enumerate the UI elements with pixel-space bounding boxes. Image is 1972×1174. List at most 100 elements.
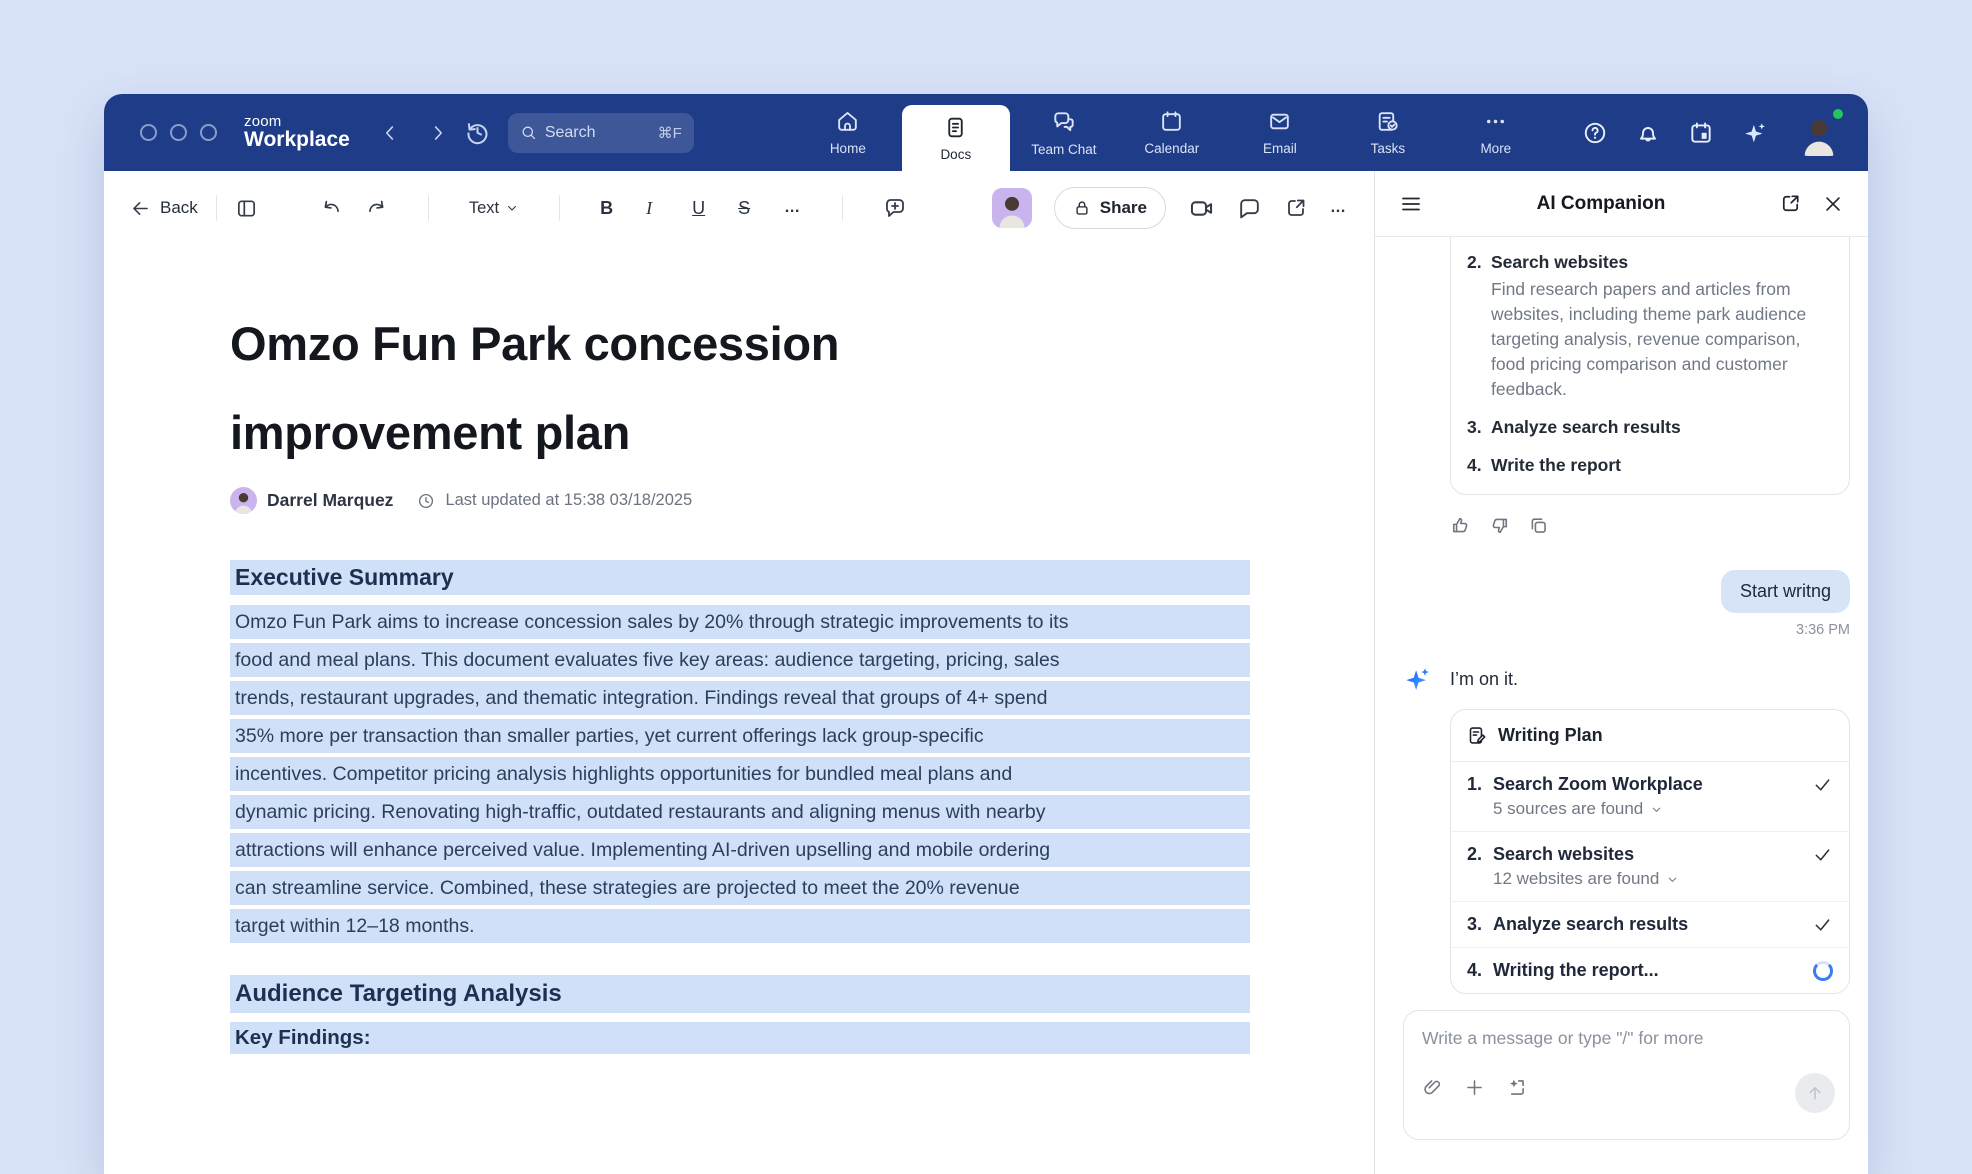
tab-more[interactable]: More xyxy=(1442,94,1550,171)
back-button[interactable]: Back xyxy=(130,198,198,219)
help-button[interactable] xyxy=(1582,120,1608,146)
ai-insert-button[interactable] xyxy=(1506,1077,1527,1098)
zoom-workplace-logo: zoom Workplace xyxy=(244,114,350,152)
search-shortcut: ⌘F xyxy=(658,124,682,142)
check-icon xyxy=(1812,844,1833,865)
tab-label: Team Chat xyxy=(1031,142,1096,157)
document-title: Omzo Fun Park concession improvement pla… xyxy=(230,299,1250,477)
plan-step-3[interactable]: 3. Analyze search results xyxy=(1451,901,1849,947)
account-avatar[interactable] xyxy=(1796,110,1842,156)
highlighted-line: incentives. Competitor pricing analysis … xyxy=(230,757,1250,791)
underline-button[interactable]: U xyxy=(692,198,716,219)
close-icon xyxy=(1822,193,1844,215)
writing-plan-header: Writing Plan xyxy=(1451,710,1849,762)
thumbs-up-button[interactable] xyxy=(1450,515,1471,536)
tab-tasks[interactable]: Tasks xyxy=(1334,94,1442,171)
bold-button[interactable]: B xyxy=(600,198,624,219)
more-formatting-button[interactable]: … xyxy=(784,199,802,217)
divider xyxy=(559,195,560,221)
notifications-button[interactable] xyxy=(1635,120,1661,146)
more-actions-button[interactable]: … xyxy=(1330,199,1348,217)
highlighted-line: food and meal plans. This document evalu… xyxy=(230,643,1250,677)
ai-conversation[interactable]: current food pricing strategy. 2. Search… xyxy=(1375,237,1868,1174)
popout-icon xyxy=(1779,192,1802,215)
tab-calendar[interactable]: Calendar xyxy=(1118,94,1226,171)
open-external-icon xyxy=(1284,196,1308,220)
ai-panel-header: AI Companion xyxy=(1375,171,1868,237)
ai-reply-row: I’m on it. xyxy=(1403,664,1850,694)
search-icon xyxy=(520,124,537,141)
ai-close-button[interactable] xyxy=(1822,193,1844,215)
document-area: Back Text xyxy=(104,171,1374,1174)
toggle-sidebar-button[interactable] xyxy=(235,197,258,220)
plan-step-1-sources[interactable]: 5 sources are found xyxy=(1493,799,1833,819)
ai-message-input[interactable]: Write a message or type "/" for more xyxy=(1403,1010,1850,1140)
author-photo xyxy=(230,487,257,514)
redo-button[interactable] xyxy=(365,197,388,220)
add-comment-button[interactable] xyxy=(883,196,907,220)
tab-label: Docs xyxy=(940,147,971,162)
highlighted-line: can streamline service. Combined, these … xyxy=(230,871,1250,905)
calendar-date-icon xyxy=(1688,120,1714,146)
title-line2: improvement plan xyxy=(230,406,630,459)
chevron-down-icon xyxy=(1650,803,1663,816)
user-message-bubble: Start writng xyxy=(1721,570,1850,613)
strikethrough-button[interactable]: S xyxy=(738,198,762,219)
copy-icon xyxy=(1528,515,1549,536)
copy-button[interactable] xyxy=(1528,515,1549,536)
back-arrow-icon xyxy=(130,198,151,219)
plan-preview-item-2: 2. Search websites xyxy=(1467,250,1833,275)
tab-email[interactable]: Email xyxy=(1226,94,1334,171)
window-close-button[interactable] xyxy=(140,124,157,141)
last-updated: Last updated at 15:38 03/18/2025 xyxy=(445,491,692,510)
italic-button[interactable]: I xyxy=(646,198,670,219)
thumbs-down-icon xyxy=(1489,515,1510,536)
chat-bubble-icon xyxy=(1237,196,1262,221)
history-back-button[interactable] xyxy=(376,119,404,147)
open-external-button[interactable] xyxy=(1284,196,1308,220)
subheading-key-findings: Key Findings: xyxy=(230,1022,1250,1054)
collaborator-avatar[interactable] xyxy=(992,188,1032,228)
app-tabs: Home Docs Team Chat Calendar Email Tasks xyxy=(794,94,1550,171)
add-content-button[interactable] xyxy=(1464,1077,1485,1098)
tab-team-chat[interactable]: Team Chat xyxy=(1010,94,1118,171)
ai-popout-button[interactable] xyxy=(1779,192,1802,215)
chevron-left-icon xyxy=(379,122,401,144)
plan-step-2[interactable]: 2. Search websites 12 websites are found xyxy=(1451,831,1849,901)
window-maximize-button[interactable] xyxy=(200,124,217,141)
plan-step-1[interactable]: 1. Search Zoom Workplace 5 sources are f… xyxy=(1451,762,1849,831)
highlighted-line: target within 12–18 months. xyxy=(230,909,1250,943)
highlighted-line: dynamic pricing. Renovating high-traffic… xyxy=(230,795,1250,829)
search-input[interactable]: Search ⌘F xyxy=(508,113,694,153)
logo-workplace: Workplace xyxy=(244,129,350,151)
check-icon xyxy=(1812,914,1833,935)
ai-companion-sparkle-icon xyxy=(1403,664,1433,694)
help-icon xyxy=(1582,120,1608,146)
message-timestamp: 3:36 PM xyxy=(1403,622,1850,638)
attach-file-button[interactable] xyxy=(1422,1077,1443,1098)
ai-menu-button[interactable] xyxy=(1399,192,1423,216)
video-camera-icon xyxy=(1188,195,1215,222)
text-style-dropdown[interactable]: Text xyxy=(469,199,519,218)
plan-step-2-sources[interactable]: 12 websites are found xyxy=(1493,869,1833,889)
window-minimize-button[interactable] xyxy=(170,124,187,141)
highlighted-line: trends, restaurant upgrades, and themati… xyxy=(230,681,1250,715)
history-clock-icon xyxy=(464,119,491,146)
tab-docs[interactable]: Docs xyxy=(902,105,1010,171)
open-chat-button[interactable] xyxy=(1237,196,1262,221)
team-chat-icon xyxy=(1051,109,1077,135)
history-forward-button[interactable] xyxy=(424,119,452,147)
ai-companion-button[interactable] xyxy=(1741,119,1769,147)
undo-button[interactable] xyxy=(320,197,343,220)
thumbs-down-button[interactable] xyxy=(1489,515,1510,536)
zoom-workplace-window: zoom Workplace Search ⌘F Home xyxy=(104,94,1868,1174)
tab-label: More xyxy=(1480,141,1511,156)
recents-history-button[interactable] xyxy=(464,119,492,147)
share-button[interactable]: Share xyxy=(1054,187,1166,229)
tab-home[interactable]: Home xyxy=(794,94,902,171)
document-canvas[interactable]: Omzo Fun Park concession improvement pla… xyxy=(104,245,1374,1174)
schedule-button[interactable] xyxy=(1688,120,1714,146)
send-message-button[interactable] xyxy=(1795,1073,1835,1113)
start-video-button[interactable] xyxy=(1188,195,1215,222)
section-heading-audience-targeting: Audience Targeting Analysis xyxy=(230,975,1250,1013)
